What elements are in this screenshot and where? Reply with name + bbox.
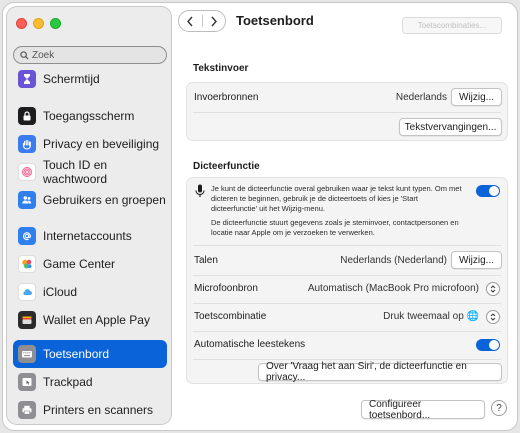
toetscombinatie-value[interactable]: Druk tweemaal op 🌐 — [383, 311, 479, 322]
wallet-icon — [18, 311, 36, 329]
sidebar-item-game-center[interactable]: Game Center — [13, 250, 167, 278]
section-title-tekstinvoer: Tekstinvoer — [193, 63, 249, 74]
automatische-leestekens-label: Automatische leestekens — [194, 339, 306, 350]
talen-value: Nederlands (Nederland) — [340, 255, 447, 266]
microfoonbron-label: Microfoonbron — [194, 283, 258, 294]
chevron-updown-icon — [490, 285, 496, 293]
sidebar-item-trackpad[interactable]: Trackpad — [13, 368, 167, 396]
sidebar-item-wallet[interactable]: Wallet en Apple Pay — [13, 306, 167, 334]
printer-icon — [18, 401, 36, 419]
sidebar-item-gebruikers[interactable]: Gebruikers en groepen — [13, 186, 167, 214]
siri-privacy-button[interactable]: Over 'Vraag het aan Siri', de dicteerfun… — [258, 361, 502, 383]
tekstvervangingen-button[interactable]: Tekstvervangingen... — [399, 118, 502, 136]
row-divider — [193, 303, 501, 304]
talen-wijzig-button[interactable]: Wijzig... — [451, 251, 502, 269]
tekstinvoer-panel: Invoerbronnen Nederlands Wijzig... Tekst… — [186, 82, 508, 141]
toetscombinatie-label: Toetscombinatie — [194, 311, 267, 322]
minimize-window-button[interactable] — [33, 18, 44, 29]
navigation-buttons — [178, 10, 226, 32]
dicteerfunctie-panel: Je kunt de dicteerfunctie overal gebruik… — [186, 177, 508, 384]
sidebar: Schermtijd Toegangsscherm Privacy en bev… — [6, 6, 172, 425]
chevron-updown-icon — [490, 313, 496, 321]
automatische-leestekens-toggle[interactable] — [476, 339, 500, 351]
fingerprint-icon — [18, 163, 36, 181]
sidebar-item-label: Trackpad — [43, 375, 93, 389]
search-field[interactable] — [13, 46, 167, 64]
chevron-right-icon — [211, 16, 217, 26]
sidebar-item-icloud[interactable]: iCloud — [13, 278, 167, 306]
configureer-toetsenbord-button[interactable]: Configureer toetsenbord... — [361, 399, 485, 421]
sidebar-item-schermtijd[interactable]: Schermtijd — [13, 65, 167, 93]
row-divider — [193, 112, 501, 113]
lock-icon — [18, 107, 36, 125]
sidebar-item-label: Toetsenbord — [43, 347, 110, 361]
invoerbronnen-label: Invoerbronnen — [194, 92, 259, 103]
row-divider — [193, 245, 501, 246]
forward-button[interactable] — [203, 11, 226, 31]
dicteer-privacy-note: De dicteerfunctie stuurt gegevens zoals … — [211, 218, 459, 237]
sidebar-item-touch-id[interactable]: Touch ID en wachtwoord — [13, 158, 167, 186]
section-title-dicteerfunctie: Dicteerfunctie — [193, 161, 260, 172]
sidebar-item-label: Internetaccounts — [43, 229, 132, 243]
users-icon — [18, 191, 36, 209]
search-input[interactable] — [32, 49, 162, 61]
talen-label: Talen — [194, 255, 218, 266]
cloud-icon — [18, 283, 36, 301]
sidebar-item-label: iCloud — [43, 285, 78, 299]
toetscombinatie-popup[interactable] — [486, 310, 500, 324]
game-center-icon — [18, 255, 36, 273]
dicteer-description: Je kunt de dicteerfunctie overal gebruik… — [211, 184, 462, 213]
sidebar-item-label: Printers en scanners — [43, 403, 154, 417]
microfoonbron-value[interactable]: Automatisch (MacBook Pro microfoon) — [308, 283, 479, 294]
row-divider — [193, 275, 501, 276]
sidebar-item-label: Gebruikers en groepen — [43, 193, 166, 207]
microphone-icon — [195, 184, 205, 197]
row-divider — [193, 331, 501, 332]
hand-icon — [18, 135, 36, 153]
toetscombinaties-button[interactable]: Toetscombinaties... — [402, 17, 502, 34]
zoom-window-button[interactable] — [50, 18, 61, 29]
close-window-button[interactable] — [16, 18, 27, 29]
microfoonbron-popup[interactable] — [486, 282, 500, 296]
sidebar-item-label: Privacy en beveiliging — [43, 137, 160, 151]
keyboard-icon — [18, 345, 36, 363]
sidebar-item-label: Wallet en Apple Pay — [43, 313, 150, 327]
help-button[interactable]: ? — [491, 400, 507, 416]
sidebar-item-internetaccounts[interactable]: Internetaccounts — [13, 222, 167, 250]
sidebar-item-label: Touch ID en wachtwoord — [43, 158, 108, 186]
sidebar-item-privacy[interactable]: Privacy en beveiliging — [13, 130, 167, 158]
sidebar-item-printers[interactable]: Printers en scanners — [13, 396, 167, 424]
hourglass-icon — [18, 70, 36, 88]
trackpad-icon — [18, 373, 36, 391]
sidebar-item-label: Schermtijd — [43, 72, 100, 86]
dicteerfunctie-toggle[interactable] — [476, 185, 500, 197]
at-icon — [18, 227, 36, 245]
sidebar-item-label: Toegangsscherm — [43, 109, 135, 123]
sidebar-item-label: Game Center — [43, 257, 116, 271]
invoerbronnen-value: Nederlands — [395, 92, 447, 103]
back-button[interactable] — [179, 11, 202, 31]
page-title: Toetsenbord — [236, 13, 314, 28]
settings-window: Schermtijd Toegangsscherm Privacy en bev… — [2, 2, 518, 431]
search-icon — [20, 50, 29, 60]
sidebar-item-toetsenbord[interactable]: Toetsenbord — [13, 340, 167, 368]
window-controls — [16, 18, 61, 29]
row-divider — [193, 359, 501, 360]
chevron-left-icon — [187, 16, 193, 26]
invoerbronnen-wijzig-button[interactable]: Wijzig... — [451, 88, 502, 106]
sidebar-item-toegangsscherm[interactable]: Toegangsscherm — [13, 102, 167, 130]
